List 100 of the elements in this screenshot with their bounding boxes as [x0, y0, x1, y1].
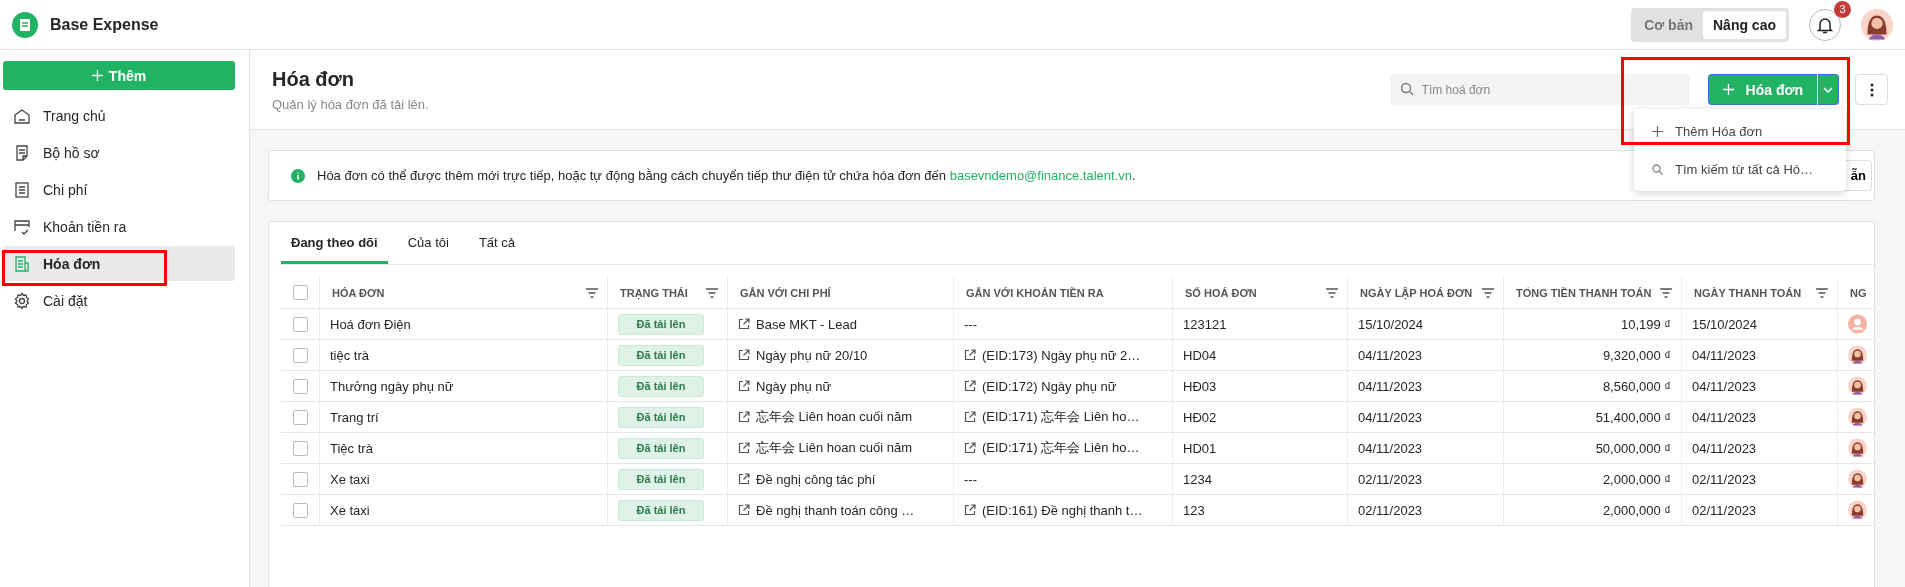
expense-link[interactable]: Ngày phụ nữ — [756, 378, 832, 394]
sidebar-item[interactable]: Bộ hồ sơ — [3, 135, 235, 170]
total-amount: 50,000,000 ₫ — [1595, 440, 1671, 456]
invoice-number: 1234 — [1183, 471, 1212, 487]
payout-link[interactable]: (EID:173) Ngày phụ nữ 2… — [982, 347, 1141, 363]
row-checkbox[interactable] — [292, 347, 308, 363]
mode-option[interactable]: Cơ bản — [1634, 10, 1703, 39]
avatar-icon — [1848, 314, 1867, 334]
avatar-icon — [1848, 345, 1867, 365]
payout-link[interactable]: (EID:171) 忘年会 Liên ho… — [982, 439, 1140, 457]
filter-icon[interactable] — [1481, 287, 1495, 298]
payout-link[interactable]: --- — [964, 471, 977, 487]
sidebar-item[interactable]: Hóa đơn — [3, 246, 235, 281]
external-link-icon — [964, 411, 976, 423]
column-header: TRẠNG THÁI — [620, 286, 688, 299]
filter-icon[interactable] — [705, 287, 719, 298]
expense-link[interactable]: Đề nghị thanh toán công … — [756, 502, 915, 518]
external-link-icon — [964, 442, 976, 454]
payout-link[interactable]: (EID:161) Đề nghị thanh t… — [982, 502, 1143, 518]
column-header: NGÀY THANH TOÁN — [1694, 286, 1802, 299]
column-header: GẮN VỚI CHI PHÍ — [740, 286, 831, 299]
filter-icon[interactable] — [1325, 287, 1339, 298]
notifications-button[interactable] — [1809, 8, 1841, 41]
sidebar-item[interactable]: Trang chủ — [3, 98, 235, 133]
logo-icon — [12, 11, 38, 38]
column-header: SỐ HOÁ ĐƠN — [1185, 286, 1257, 299]
total-amount: 9,320,000 ₫ — [1602, 347, 1671, 363]
expense-link[interactable]: Ngày phụ nữ 20/10 — [756, 347, 868, 363]
sidebar-item[interactable]: Cài đặt — [3, 283, 235, 318]
tab[interactable]: Đang theo dõi — [281, 235, 388, 264]
menu-item[interactable]: Tìm kiếm từ tất cả Hó… — [1634, 150, 1846, 188]
notification-count: 3 — [1834, 0, 1851, 18]
invoice-name: Xe taxi — [330, 502, 370, 518]
menu-item[interactable]: Thêm Hóa đơn — [1634, 112, 1846, 150]
external-link-icon — [738, 380, 750, 392]
total-amount: 51,400,000 ₫ — [1595, 409, 1671, 425]
plus-icon — [1722, 84, 1734, 95]
invoice-date: 04/11/2023 — [1358, 440, 1423, 456]
expense-link[interactable]: 忘年会 Liên hoan cuối năm — [756, 408, 913, 426]
filter-icon[interactable] — [1659, 287, 1673, 298]
row-checkbox[interactable] — [292, 502, 308, 518]
payment-date: 04/11/2023 — [1692, 409, 1757, 425]
invoice-name: Tiệc trà — [330, 440, 373, 456]
external-link-icon — [964, 380, 976, 392]
column-header: NGÀY LẬP HOÁ ĐƠN — [1360, 286, 1473, 299]
filter-icon[interactable] — [1815, 287, 1829, 298]
search-icon — [1652, 163, 1663, 175]
dropdown-button[interactable] — [1818, 74, 1839, 105]
invoice-date: 02/11/2023 — [1358, 502, 1423, 518]
avatar-icon[interactable] — [1861, 8, 1893, 41]
status-badge: Đã tải lên — [618, 468, 704, 490]
expense-link[interactable]: Base MKT - Lead — [756, 316, 857, 332]
total-amount: 8,560,000 ₫ — [1602, 378, 1671, 394]
avatar-icon — [1848, 407, 1867, 427]
invoice-number: 123121 — [1183, 316, 1227, 332]
payout-link[interactable]: (EID:171) 忘年会 Liên ho… — [982, 408, 1140, 426]
row-checkbox[interactable] — [292, 378, 308, 394]
payment-date: 02/11/2023 — [1692, 502, 1757, 518]
expense-link[interactable]: Đề nghị công tác phí — [756, 471, 876, 487]
row-checkbox[interactable] — [292, 471, 308, 487]
avatar-icon — [1848, 376, 1867, 396]
invoice-number: HD04 — [1183, 347, 1217, 363]
app-name: Base Expense — [50, 15, 160, 34]
more-button[interactable] — [1855, 74, 1888, 105]
column-header: TỔNG TIỀN THANH TOÁN — [1516, 286, 1652, 299]
external-link-icon — [964, 349, 976, 361]
column-header: GẮN VỚI KHOẢN TIỀN RA — [966, 286, 1104, 299]
caret-icon — [1823, 86, 1833, 93]
mode-option[interactable]: Nâng cao — [1703, 10, 1786, 39]
tab[interactable]: Tất cả — [468, 235, 525, 264]
row-checkbox[interactable] — [292, 409, 308, 425]
sidebar-item[interactable]: Khoản tiền ra — [3, 209, 235, 244]
plus-icon — [91, 70, 103, 81]
sidebar-item[interactable]: Chi phí — [3, 172, 235, 207]
search-icon — [1399, 82, 1414, 96]
page-title: Hóa đơn — [272, 67, 355, 91]
external-link-icon — [738, 473, 750, 485]
external-link-icon — [738, 411, 750, 423]
document-icon — [13, 143, 31, 162]
payment-date: 02/11/2023 — [1692, 471, 1757, 487]
row-checkbox[interactable] — [292, 440, 308, 456]
payment-date: 04/11/2023 — [1692, 378, 1757, 394]
payout-link[interactable]: --- — [964, 316, 977, 332]
payout-link[interactable]: (EID:172) Ngày phụ nữ — [982, 378, 1117, 394]
avatar-icon — [1848, 500, 1867, 520]
total-amount: 10,199 ₫ — [1620, 316, 1671, 332]
search-field[interactable]: Tìm hoá đơn — [1389, 74, 1690, 105]
invoice-name: Xe taxi — [330, 471, 370, 487]
invoice-date: 04/11/2023 — [1358, 378, 1423, 394]
expense-link[interactable]: 忘年会 Liên hoan cuối năm — [756, 439, 913, 457]
row-checkbox[interactable] — [292, 316, 308, 332]
invoice-name: Trang trí — [330, 409, 379, 425]
status-badge: Đã tải lên — [618, 375, 704, 397]
invoice-date: 02/11/2023 — [1358, 471, 1423, 487]
external-link-icon — [738, 442, 750, 454]
tab[interactable]: Của tôi — [397, 235, 459, 264]
select-all-checkbox[interactable] — [292, 285, 308, 300]
external-link-icon — [738, 349, 750, 361]
settings-icon — [13, 291, 31, 310]
filter-icon[interactable] — [585, 287, 599, 298]
